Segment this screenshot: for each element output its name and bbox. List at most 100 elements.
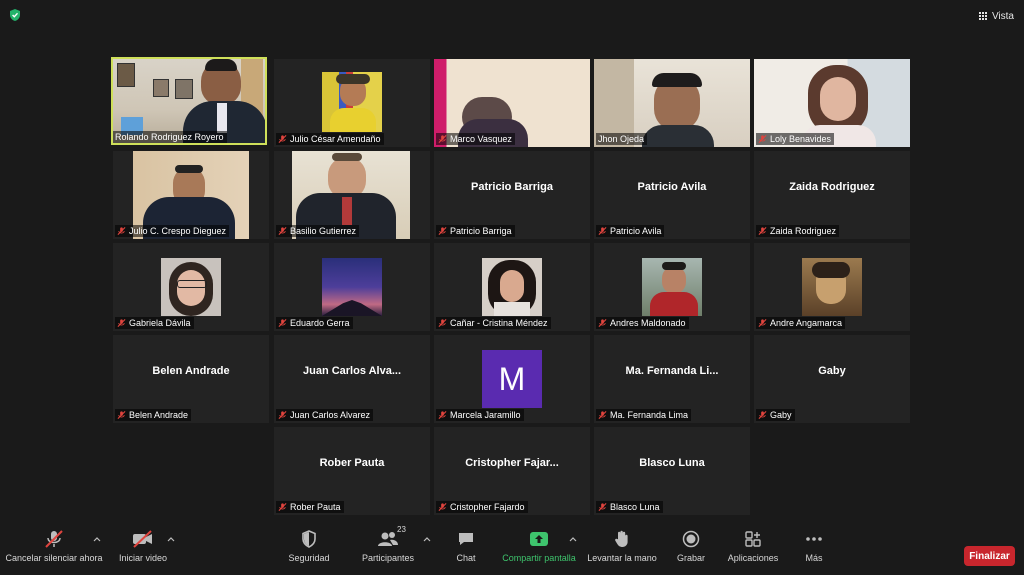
participant-name-label: Rolando Rodriguez Royero: [113, 131, 227, 143]
video-off-icon: [131, 528, 155, 550]
mic-muted-icon: [278, 319, 287, 327]
mic-muted-icon: [598, 319, 607, 327]
participant-tile[interactable]: Belen Andrade Belen Andrade: [113, 335, 269, 423]
mute-label: Cancelar silenciar ahora: [5, 553, 103, 563]
participant-tile[interactable]: Marco Vasquez: [434, 59, 590, 147]
share-screen-button[interactable]: Compartir pantalla: [501, 531, 577, 575]
participant-name-label: Julio César Amendaño: [276, 133, 384, 145]
participant-tile[interactable]: Gabriela Dávila: [113, 243, 269, 331]
participant-tile[interactable]: Cristopher Fajar... Cristopher Fajardo: [434, 427, 590, 515]
participant-tile[interactable]: Basilio Gutierrez: [274, 151, 430, 239]
chevron-up-icon[interactable]: [167, 536, 175, 542]
share-screen-label: Compartir pantalla: [502, 553, 576, 563]
record-icon: [682, 528, 700, 550]
apps-label: Aplicaciones: [727, 553, 779, 563]
mic-muted-icon: [117, 319, 126, 327]
record-button[interactable]: Grabar: [671, 528, 711, 575]
chevron-up-icon[interactable]: [93, 536, 101, 542]
raise-hand-label: Levantar la mano: [587, 553, 657, 563]
chevron-up-icon[interactable]: [423, 536, 431, 542]
participant-tile[interactable]: Eduardo Gerra: [274, 243, 430, 331]
participant-profile-photo: [802, 258, 862, 316]
participant-tile[interactable]: Zaida Rodriguez Zaida Rodriguez: [754, 151, 910, 239]
more-button[interactable]: Más: [798, 531, 830, 575]
participant-tile[interactable]: Julio C. Crespo Dieguez: [113, 151, 269, 239]
participant-tile[interactable]: Blasco Luna Blasco Luna: [594, 427, 750, 515]
chat-button[interactable]: Chat: [446, 531, 486, 575]
mic-muted-icon: [438, 411, 447, 419]
meeting-topbar: Vista: [0, 0, 1024, 30]
participants-button[interactable]: 23 Participantes: [356, 525, 420, 575]
more-dots-icon: [805, 528, 823, 550]
participants-label: Participantes: [361, 553, 415, 563]
participant-tile[interactable]: M Marcela Jaramillo: [434, 335, 590, 423]
mic-muted-icon: [278, 135, 287, 143]
participant-tile[interactable]: Rolando Rodriguez Royero: [111, 57, 267, 145]
shield-icon: [300, 528, 318, 550]
mic-muted-icon: [117, 227, 126, 235]
participant-name-label: Zaida Rodriguez: [756, 225, 840, 237]
mic-muted-icon: [758, 411, 767, 419]
participant-tile[interactable]: Ma. Fernanda Li... Ma. Fernanda Lima: [594, 335, 750, 423]
participant-name-label: Patricio Barriga: [436, 225, 515, 237]
participant-tile[interactable]: Cañar - Cristina Méndez: [434, 243, 590, 331]
end-meeting-button[interactable]: Finalizar: [964, 546, 1015, 566]
mic-muted-icon: [117, 411, 126, 419]
participant-center-name: Belen Andrade: [152, 365, 230, 377]
participant-tile[interactable]: Jhon Ojeda: [594, 59, 750, 147]
participant-tile[interactable]: Juan Carlos Alva... Juan Carlos Alvarez: [274, 335, 430, 423]
participant-name-label: Ma. Fernanda Lima: [596, 409, 692, 421]
participant-name-label: Basilio Gutierrez: [276, 225, 360, 237]
participant-name-label: Andre Angamarca: [756, 317, 846, 329]
security-button[interactable]: Seguridad: [282, 528, 336, 575]
participant-name-label: Gabriela Dávila: [115, 317, 194, 329]
encryption-shield-icon[interactable]: [8, 8, 22, 22]
participant-name-label: Patricio Avila: [596, 225, 665, 237]
participant-name-label: Gaby: [756, 409, 795, 421]
participant-name-label: Marco Vasquez: [436, 133, 515, 145]
mic-muted-icon: [598, 503, 607, 511]
participant-center-name: Patricio Avila: [637, 181, 707, 193]
participant-tile[interactable]: Patricio Barriga Patricio Barriga: [434, 151, 590, 239]
apps-button[interactable]: Aplicaciones: [724, 531, 782, 575]
participant-name-label: Andres Maldonado: [596, 317, 689, 329]
grid-view-icon: [978, 11, 988, 21]
mic-muted-icon: [758, 319, 767, 327]
hand-icon: [614, 528, 630, 550]
participant-tile[interactable]: Andres Maldonado: [594, 243, 750, 331]
view-button[interactable]: Vista: [978, 8, 1014, 24]
participant-tile[interactable]: Julio César Amendaño: [274, 59, 430, 147]
participant-name-label: Rober Pauta: [276, 501, 344, 513]
participant-center-name: Ma. Fernanda Li...: [625, 365, 719, 377]
meeting-toolbar: Cancelar silenciar ahora Iniciar video S…: [0, 525, 1024, 575]
participant-tile[interactable]: Gaby Gaby: [754, 335, 910, 423]
mic-muted-icon: [278, 503, 287, 511]
participant-center-name: Patricio Barriga: [471, 181, 553, 193]
apps-icon: [744, 528, 762, 550]
participant-tile[interactable]: Patricio Avila Patricio Avila: [594, 151, 750, 239]
mute-button[interactable]: Cancelar silenciar ahora: [5, 530, 103, 575]
chevron-up-icon[interactable]: [569, 536, 577, 542]
participant-name-label: Cristopher Fajardo: [436, 501, 528, 513]
participant-name-label: Belen Andrade: [115, 409, 192, 421]
participant-name-label: Blasco Luna: [596, 501, 663, 513]
more-label: Más: [805, 553, 823, 563]
participant-name-label: Juan Carlos Alvarez: [276, 409, 374, 421]
mic-muted-icon: [438, 135, 447, 143]
participant-tile[interactable]: Andre Angamarca: [754, 243, 910, 331]
mic-muted-icon: [758, 135, 767, 143]
mic-muted-icon: [598, 227, 607, 235]
participant-name-label: Cañar - Cristina Méndez: [436, 317, 551, 329]
raise-hand-button[interactable]: Levantar la mano: [586, 528, 658, 575]
start-video-button[interactable]: Iniciar video: [112, 528, 174, 575]
participant-name-label: Loly Benavides: [756, 133, 835, 145]
participant-profile-photo: [322, 258, 382, 316]
chat-bubble-icon: [457, 528, 475, 550]
participant-tile[interactable]: Loly Benavides: [754, 59, 910, 147]
participant-center-name: Blasco Luna: [639, 457, 705, 469]
chat-label: Chat: [456, 553, 476, 563]
participants-count: 23: [397, 525, 406, 534]
mic-muted-icon: [278, 411, 287, 419]
participant-tile[interactable]: Rober Pauta Rober Pauta: [274, 427, 430, 515]
participant-profile-photo: [482, 258, 542, 316]
